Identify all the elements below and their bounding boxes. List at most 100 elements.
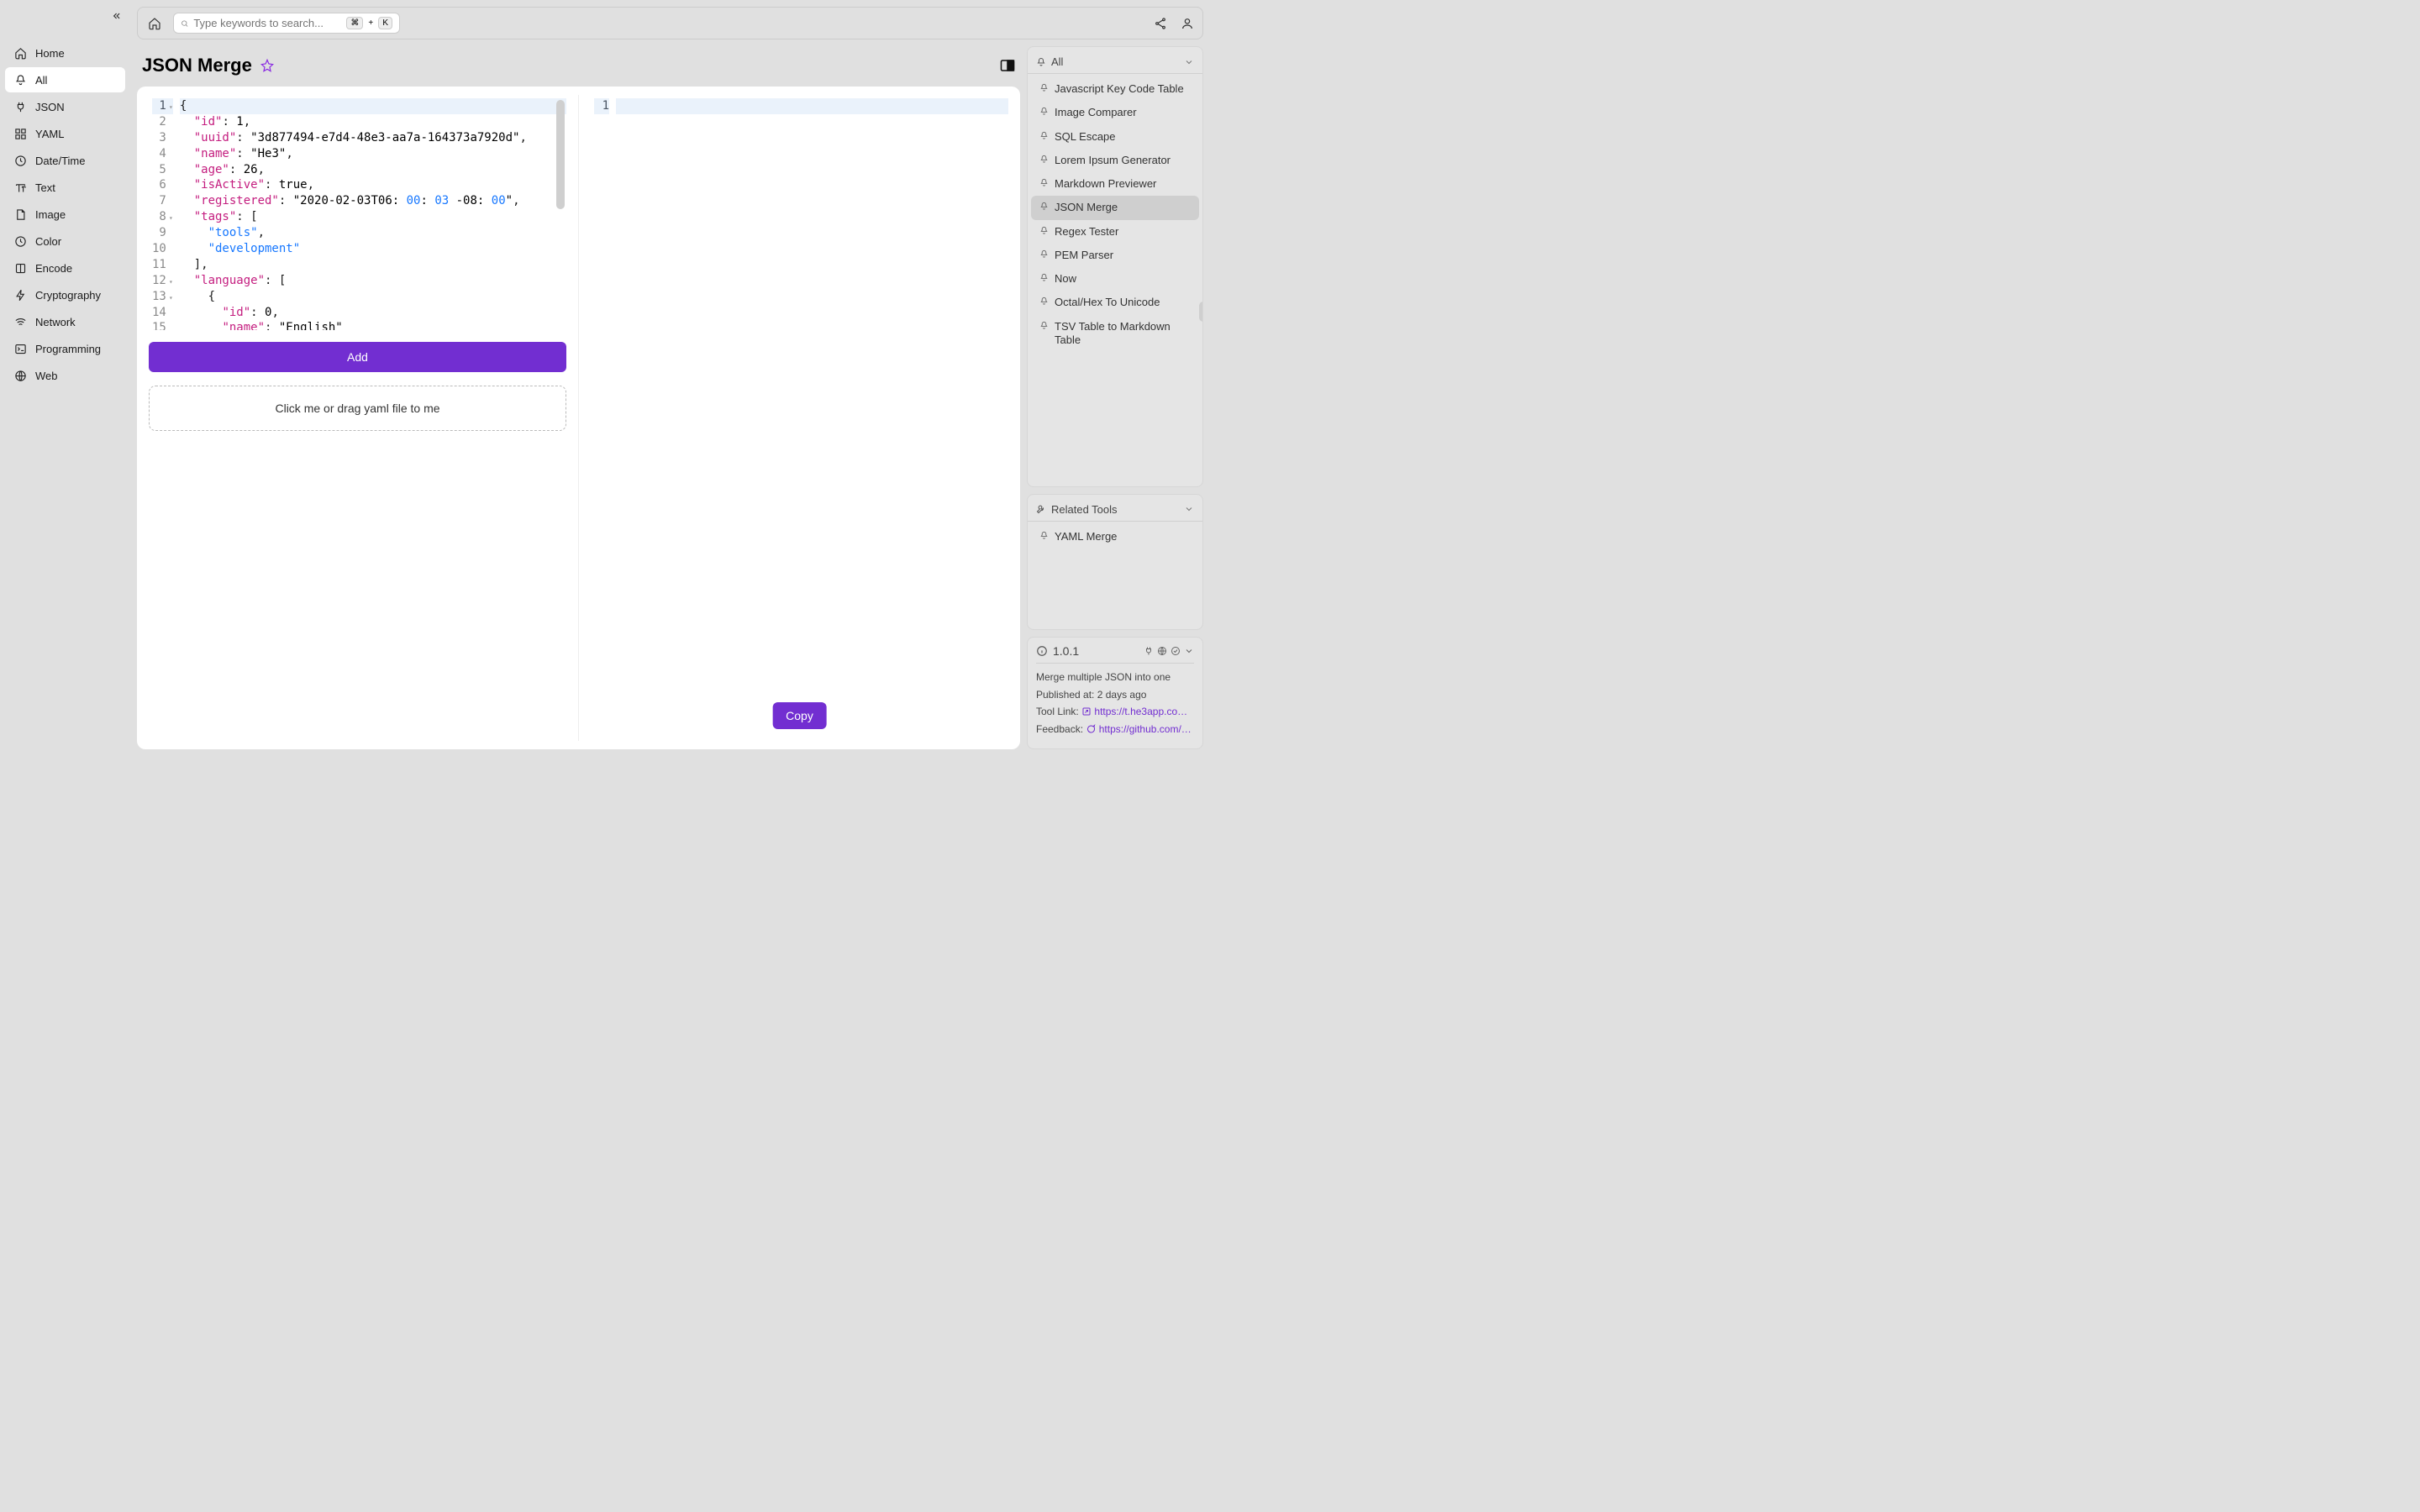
search-input[interactable] [193,17,341,29]
rail-item-json-merge[interactable]: JSON Merge [1031,196,1199,219]
code-editor-left[interactable]: 1▾2345678▾9101112▾13▾1415 { "id": 1, "uu… [149,95,566,330]
rail-all-header[interactable]: All [1028,50,1202,70]
sidebar-item-label: Programming [35,343,101,355]
sidebar-item-label: Image [35,208,66,221]
sidebar-item-cryptography[interactable]: Cryptography [5,282,125,307]
sidebar-item-json[interactable]: JSON [5,94,125,119]
bell-icon [1036,57,1046,67]
rail-scrollbar-thumb[interactable] [1199,302,1203,322]
sidebar-collapse-icon[interactable] [110,10,122,22]
rail-item-label: SQL Escape [1055,130,1116,144]
bell-icon [1039,130,1050,140]
sidebar-item-label: All [35,74,47,87]
wrench-icon [1036,504,1046,514]
check-circle-icon [1171,646,1181,656]
home-icon [13,46,27,60]
sidebar-item-yaml[interactable]: YAML [5,121,125,146]
search-shortcut: ⌘+K [346,17,392,29]
grid-icon [13,127,27,140]
bell-icon [1039,272,1050,282]
chevron-down-icon [1184,57,1194,67]
rail-item-sql-escape[interactable]: SQL Escape [1031,125,1199,149]
rail-item-label: TSV Table to Markdown Table [1055,320,1191,348]
bell-icon [13,73,27,87]
sidebar-item-programming[interactable]: Programming [5,336,125,361]
add-button[interactable]: Add [149,342,566,372]
dropzone[interactable]: Click me or drag yaml file to me [149,386,566,431]
sidebar-item-date-time[interactable]: Date/Time [5,148,125,173]
sidebar-item-network[interactable]: Network [5,309,125,334]
chat-icon [1086,724,1096,734]
rail-item-label: Regex Tester [1055,225,1118,239]
rail-item-now[interactable]: Now [1031,267,1199,291]
topbar: ⌘+K [137,7,1203,39]
rail-all-title: All [1051,55,1063,68]
globe-icon [1157,646,1167,656]
sidebar-item-web[interactable]: Web [5,363,125,388]
user-icon[interactable] [1181,17,1194,30]
rail-item-label: Octal/Hex To Unicode [1055,296,1160,309]
chevron-down-icon [1184,646,1194,656]
sidebar-item-label: Home [35,47,65,60]
rail-item-pem-parser[interactable]: PEM Parser [1031,244,1199,267]
bell-icon [1039,177,1050,187]
bell-icon [1039,106,1050,116]
rail-info: 1.0.1 Merge multiple JSON into one Publi… [1027,637,1203,749]
sidebar: Home All JSON YAMLDate/Time Text Image Color En… [0,0,130,756]
rail-item-label: Markdown Previewer [1055,177,1156,191]
sidebar-item-home[interactable]: Home [5,40,125,66]
info-tool-link[interactable]: Tool Link: https://t.he3app.co… [1036,705,1194,719]
rail-item-tsv-table-to-markdown-table[interactable]: TSV Table to Markdown Table [1031,315,1199,353]
info-feedback[interactable]: Feedback: https://github.com/… [1036,722,1194,737]
copy-button[interactable]: Copy [772,702,827,729]
favorite-icon[interactable] [260,59,274,72]
rail-item-regex-tester[interactable]: Regex Tester [1031,220,1199,244]
sidebar-item-image[interactable]: Image [5,202,125,227]
sidebar-item-label: Color [35,235,61,248]
home-button[interactable] [146,15,163,32]
rail-related: Related Tools YAML Merge [1027,494,1203,630]
sidebar-item-label: Web [35,370,58,382]
sidebar-item-label: JSON [35,101,65,113]
rail-item-label: Now [1055,272,1076,286]
sidebar-item-text[interactable]: Text [5,175,125,200]
share-icon[interactable] [1154,17,1167,30]
bell-icon [1039,82,1050,92]
plug-icon [13,100,27,113]
file-icon [13,207,27,221]
sidebar-item-encode[interactable]: Encode [5,255,125,281]
sidebar-item-label: Text [35,181,55,194]
editor-left: 1▾2345678▾9101112▾13▾1415 { "id": 1, "uu… [137,95,579,741]
sidebar-item-all[interactable]: All [5,67,125,92]
code-editor-right[interactable]: 1 [591,95,1008,118]
bell-icon [1039,530,1050,540]
bolt-icon [13,288,27,302]
sidebar-item-color[interactable]: Color [5,228,125,254]
rail-item-label: Javascript Key Code Table [1055,82,1184,96]
panel-toggle-icon[interactable] [1000,59,1015,72]
rail-item-label: Lorem Ipsum Generator [1055,154,1171,167]
bell-icon [1039,249,1050,259]
rail-item-markdown-previewer[interactable]: Markdown Previewer [1031,172,1199,196]
right-rail: All Javascript Key Code Table Image Compa… [1027,46,1203,749]
rail-item-label: PEM Parser [1055,249,1113,262]
rail-item-octal-hex-to-unicode[interactable]: Octal/Hex To Unicode [1031,291,1199,314]
scrollbar-thumb[interactable] [556,100,565,209]
sidebar-item-label: Encode [35,262,72,275]
info-icon [1036,645,1048,657]
rail-item-image-comparer[interactable]: Image Comparer [1031,101,1199,124]
editor-right: 1 Copy [579,95,1020,741]
rail-related-header[interactable]: Related Tools [1028,498,1202,517]
info-desc: Merge multiple JSON into one [1036,670,1194,685]
info-published: Published at: 2 days ago [1036,688,1194,702]
rail-all: All Javascript Key Code Table Image Compa… [1027,46,1203,487]
sidebar-item-label: Cryptography [35,289,101,302]
search-box[interactable]: ⌘+K [173,13,400,34]
rail-item-yaml-merge[interactable]: YAML Merge [1031,525,1199,549]
globe-icon [13,369,27,382]
bell-icon [1039,296,1050,306]
rail-item-lorem-ipsum-generator[interactable]: Lorem Ipsum Generator [1031,149,1199,172]
rail-item-javascript-key-code-table[interactable]: Javascript Key Code Table [1031,77,1199,101]
clock-icon [13,154,27,167]
page-title: JSON Merge [142,55,252,76]
